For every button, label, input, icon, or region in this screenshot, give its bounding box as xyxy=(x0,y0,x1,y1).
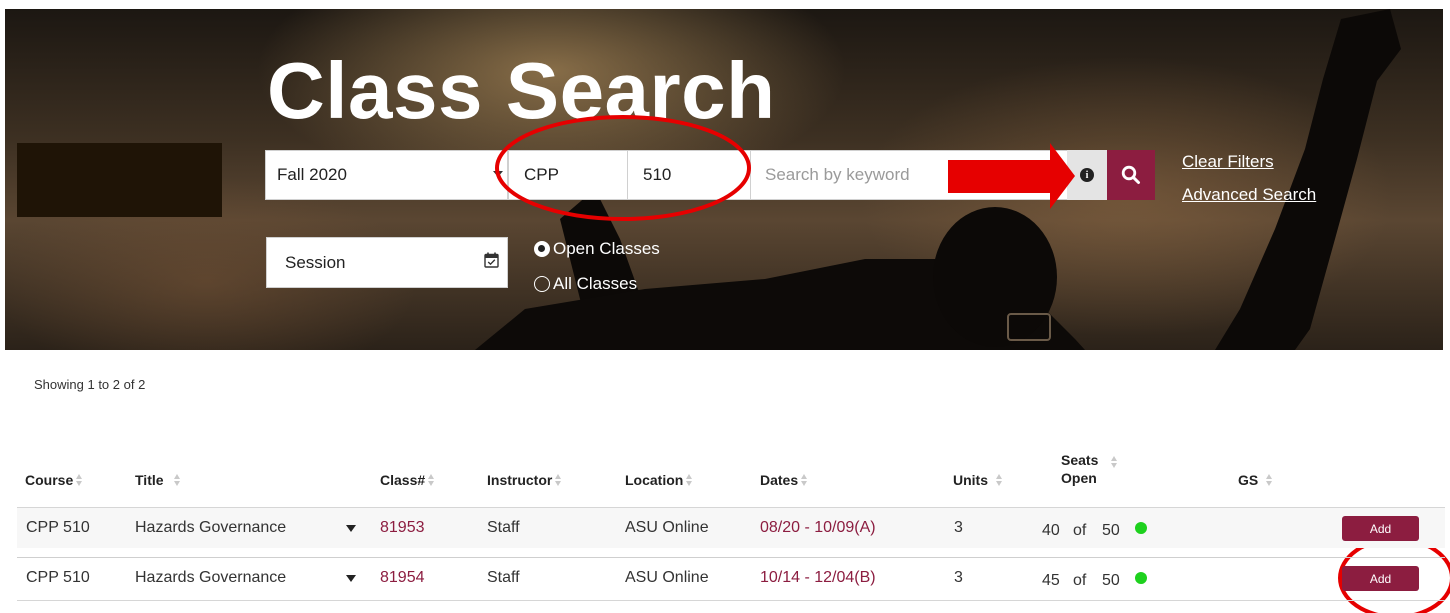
location-cell: ASU Online xyxy=(625,519,709,536)
column-open-label: Open xyxy=(1061,470,1097,486)
column-header-units[interactable]: Units xyxy=(953,472,1003,488)
catalog-number-input[interactable]: 510 xyxy=(627,150,751,200)
add-button[interactable]: Add xyxy=(1342,516,1419,541)
radio-open-indicator xyxy=(534,241,550,257)
catalog-number-value: 510 xyxy=(643,165,672,184)
seats-of-label: of xyxy=(1073,572,1087,589)
term-value: Fall 2020 xyxy=(277,165,347,184)
sort-icon xyxy=(173,474,181,486)
column-header-dates[interactable]: Dates xyxy=(760,472,808,488)
column-class-label: Class# xyxy=(380,472,426,488)
column-course-label: Course xyxy=(25,472,74,488)
advanced-search-link[interactable]: Advanced Search xyxy=(1182,185,1316,205)
units-cell: 3 xyxy=(954,519,963,536)
seats-total-value: 50 xyxy=(1102,572,1120,589)
column-units-label: Units xyxy=(953,472,988,488)
results-count: Showing 1 to 2 of 2 xyxy=(34,377,146,392)
clear-filters-link[interactable]: Clear Filters xyxy=(1182,152,1274,172)
course-cell: CPP 510 xyxy=(26,569,90,586)
course-cell: CPP 510 xyxy=(26,519,90,536)
status-dot-icon xyxy=(1135,572,1147,584)
table-row: CPP 510 Hazards Governance 81953 Staff A… xyxy=(17,507,1445,548)
sort-icon xyxy=(1266,474,1273,486)
sort-icon xyxy=(801,474,808,486)
dates-link[interactable]: 08/20 - 10/09(A) xyxy=(760,519,876,537)
column-header-class-number[interactable]: Class# xyxy=(380,472,435,488)
sort-icon xyxy=(686,474,693,486)
radio-open-classes[interactable]: Open Classes xyxy=(534,239,660,259)
keyword-field xyxy=(750,150,1107,200)
status-dot-icon xyxy=(1135,522,1147,534)
keyword-search-input[interactable] xyxy=(763,164,1087,186)
column-header-location[interactable]: Location xyxy=(625,472,693,488)
info-icon: i xyxy=(1080,168,1094,182)
column-header-instructor[interactable]: Instructor xyxy=(487,472,562,488)
title-cell: Hazards Governance xyxy=(135,519,287,536)
column-gs-label: GS xyxy=(1238,472,1259,488)
radio-all-label: All Classes xyxy=(553,274,638,293)
title-cell: Hazards Governance xyxy=(135,569,287,586)
class-number-link[interactable]: 81954 xyxy=(380,569,425,587)
column-header-course[interactable]: Course xyxy=(25,472,83,488)
sort-icon xyxy=(76,474,83,486)
class-number-link[interactable]: 81953 xyxy=(380,519,425,537)
chevron-down-icon xyxy=(493,171,503,177)
location-cell: ASU Online xyxy=(625,569,709,586)
radio-open-label: Open Classes xyxy=(553,239,660,258)
hero-banner: Class Search Fall 2020 CPP 510 i Clear F… xyxy=(5,9,1443,350)
column-location-label: Location xyxy=(625,472,684,488)
instructor-cell: Staff xyxy=(487,519,520,536)
column-header-seats-open[interactable]: Seats Open xyxy=(1061,451,1098,487)
keyword-info-button[interactable]: i xyxy=(1067,150,1107,200)
search-button[interactable] xyxy=(1107,150,1155,200)
calendar-icon xyxy=(484,252,499,268)
subject-value: CPP xyxy=(524,165,559,184)
sort-icon xyxy=(996,474,1003,486)
column-instructor-label: Instructor xyxy=(487,472,553,488)
table-bottom-divider xyxy=(17,600,1445,601)
seats-open-value: 40 xyxy=(1042,522,1060,539)
subject-input[interactable]: CPP xyxy=(508,150,628,200)
session-label: Session xyxy=(285,252,346,272)
session-select[interactable]: Session xyxy=(266,237,508,288)
add-button[interactable]: Add xyxy=(1342,566,1419,591)
dates-link[interactable]: 10/14 - 12/04(B) xyxy=(760,569,876,587)
seats-of-label: of xyxy=(1073,522,1087,539)
column-header-title[interactable]: Title xyxy=(135,472,181,488)
sort-icon xyxy=(1111,456,1118,468)
term-select[interactable]: Fall 2020 xyxy=(265,150,508,200)
seats-total-value: 50 xyxy=(1102,522,1120,539)
table-row: CPP 510 Hazards Governance 81954 Staff A… xyxy=(17,557,1445,598)
sort-icon xyxy=(428,474,435,486)
chevron-down-icon[interactable] xyxy=(346,575,356,582)
radio-all-indicator xyxy=(534,276,550,292)
column-dates-label: Dates xyxy=(760,472,799,488)
column-seats-label: Seats xyxy=(1061,452,1099,468)
sort-icon xyxy=(555,474,562,486)
column-header-gs[interactable]: GS xyxy=(1238,472,1273,488)
chevron-down-icon[interactable] xyxy=(346,525,356,532)
units-cell: 3 xyxy=(954,569,963,586)
radio-all-classes[interactable]: All Classes xyxy=(534,274,637,294)
search-icon xyxy=(1121,165,1140,184)
column-title-label: Title xyxy=(135,472,164,488)
redacted-logo-block xyxy=(17,143,222,217)
seats-open-value: 45 xyxy=(1042,572,1060,589)
page-title: Class Search xyxy=(267,46,776,135)
instructor-cell: Staff xyxy=(487,569,520,586)
